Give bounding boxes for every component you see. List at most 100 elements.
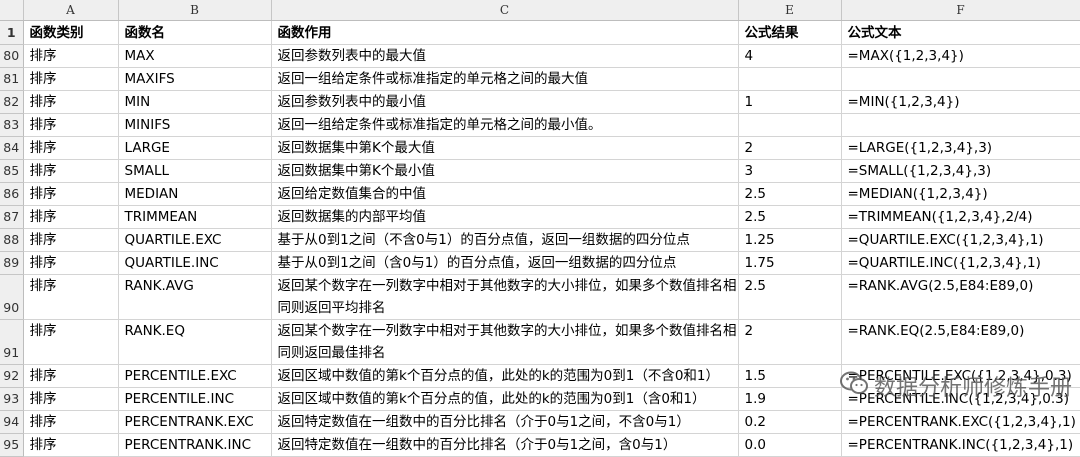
cell-function-name[interactable]: SMALL — [118, 159, 272, 183]
cell-formula[interactable]: =PERCENTILE.INC({1,2,3,4},0.3) — [841, 387, 1080, 411]
cell-category[interactable]: 排序 — [23, 433, 119, 457]
column-header-b[interactable]: B — [118, 0, 272, 21]
header-cell-formula[interactable]: 公式文本 — [841, 20, 1080, 45]
cell-result[interactable]: 1.75 — [738, 251, 842, 275]
cell-formula[interactable]: =QUARTILE.INC({1,2,3,4},1) — [841, 251, 1080, 275]
cell-result[interactable]: 3 — [738, 159, 842, 183]
header-cell-purpose[interactable]: 函数作用 — [271, 20, 739, 45]
cell-result[interactable]: 1.9 — [738, 387, 842, 411]
cell-function-name[interactable]: MEDIAN — [118, 182, 272, 206]
cell-purpose[interactable]: 基于从0到1之间（不含0与1）的百分点值，返回一组数据的四分位点 — [271, 228, 739, 252]
cell-category[interactable]: 排序 — [23, 364, 119, 388]
column-header-f[interactable]: F — [841, 0, 1080, 21]
cell-function-name[interactable]: LARGE — [118, 136, 272, 160]
cell-purpose[interactable]: 返回一组给定条件或标准指定的单元格之间的最小值。 — [271, 113, 739, 137]
cell-purpose[interactable]: 返回数据集中第K个最大值 — [271, 136, 739, 160]
cell-formula[interactable]: =MEDIAN({1,2,3,4}) — [841, 182, 1080, 206]
cell-result[interactable]: 0.0 — [738, 433, 842, 457]
cell-category[interactable]: 排序 — [23, 251, 119, 275]
header-cell-category[interactable]: 函数类别 — [23, 20, 119, 45]
cell-purpose[interactable]: 返回区域中数值的第k个百分点的值，此处的k的范围为0到1（不含0和1） — [271, 364, 739, 388]
cell-category[interactable]: 排序 — [23, 44, 119, 68]
cell-formula[interactable]: =SMALL({1,2,3,4},3) — [841, 159, 1080, 183]
cell-function-name[interactable]: TRIMMEAN — [118, 205, 272, 229]
cell-category[interactable]: 排序 — [23, 90, 119, 114]
row-header[interactable]: 91 — [0, 319, 24, 365]
cell-formula[interactable]: =RANK.AVG(2.5,E84:E89,0) — [841, 274, 1080, 320]
cell-purpose[interactable]: 基于从0到1之间（含0与1）的百分点值，返回一组数据的四分位点 — [271, 251, 739, 275]
cell-function-name[interactable]: MINIFS — [118, 113, 272, 137]
cell-category[interactable]: 排序 — [23, 67, 119, 91]
row-header[interactable]: 87 — [0, 205, 24, 229]
row-header[interactable]: 82 — [0, 90, 24, 114]
row-header[interactable]: 92 — [0, 364, 24, 388]
cell-function-name[interactable]: MIN — [118, 90, 272, 114]
cell-result[interactable]: 2.5 — [738, 205, 842, 229]
cell-purpose[interactable]: 返回区域中数值的第k个百分点的值，此处的k的范围为0到1（含0和1） — [271, 387, 739, 411]
cell-function-name[interactable]: MAX — [118, 44, 272, 68]
cell-formula[interactable]: =PERCENTRANK.INC({1,2,3,4},1) — [841, 433, 1080, 457]
cell-function-name[interactable]: PERCENTRANK.INC — [118, 433, 272, 457]
column-header-c[interactable]: C — [271, 0, 739, 21]
cell-result[interactable]: 2.5 — [738, 274, 842, 320]
cell-result[interactable]: 1 — [738, 90, 842, 114]
cell-category[interactable]: 排序 — [23, 182, 119, 206]
column-header-a[interactable]: A — [23, 0, 119, 21]
cell-formula[interactable]: =LARGE({1,2,3,4},3) — [841, 136, 1080, 160]
row-header[interactable]: 88 — [0, 228, 24, 252]
cell-function-name[interactable]: PERCENTILE.EXC — [118, 364, 272, 388]
cell-purpose[interactable]: 返回某个数字在一列数字中相对于其他数字的大小排位，如果多个数值排名相同则返回最佳… — [271, 319, 739, 365]
cell-purpose[interactable]: 返回给定数值集合的中值 — [271, 182, 739, 206]
header-cell-result[interactable]: 公式结果 — [738, 20, 842, 45]
cell-result[interactable] — [738, 113, 842, 137]
cell-category[interactable]: 排序 — [23, 136, 119, 160]
cell-category[interactable]: 排序 — [23, 387, 119, 411]
cell-result[interactable]: 1.5 — [738, 364, 842, 388]
cell-purpose[interactable]: 返回参数列表中的最大值 — [271, 44, 739, 68]
cell-function-name[interactable]: QUARTILE.EXC — [118, 228, 272, 252]
cell-function-name[interactable]: RANK.EQ — [118, 319, 272, 365]
row-header[interactable]: 84 — [0, 136, 24, 160]
row-header[interactable]: 85 — [0, 159, 24, 183]
cell-formula[interactable]: =PERCENTRANK.EXC({1,2,3,4},1) — [841, 410, 1080, 434]
cell-category[interactable]: 排序 — [23, 228, 119, 252]
header-cell-name[interactable]: 函数名 — [118, 20, 272, 45]
cell-result[interactable]: 4 — [738, 44, 842, 68]
cell-function-name[interactable]: PERCENTILE.INC — [118, 387, 272, 411]
cell-category[interactable]: 排序 — [23, 274, 119, 320]
row-header[interactable]: 86 — [0, 182, 24, 206]
cell-category[interactable]: 排序 — [23, 205, 119, 229]
cell-result[interactable]: 1.25 — [738, 228, 842, 252]
row-header[interactable]: 93 — [0, 387, 24, 411]
cell-result[interactable]: 0.2 — [738, 410, 842, 434]
cell-formula[interactable]: =QUARTILE.EXC({1,2,3,4},1) — [841, 228, 1080, 252]
cell-result[interactable]: 2.5 — [738, 182, 842, 206]
cell-purpose[interactable]: 返回数据集的内部平均值 — [271, 205, 739, 229]
cell-purpose[interactable]: 返回数据集中第K个最小值 — [271, 159, 739, 183]
cell-category[interactable]: 排序 — [23, 410, 119, 434]
cell-category[interactable]: 排序 — [23, 159, 119, 183]
cell-formula[interactable]: =MIN({1,2,3,4}) — [841, 90, 1080, 114]
select-all-corner[interactable] — [0, 0, 24, 21]
cell-formula[interactable]: =PERCENTILE.EXC({1,2,3,4},0.3) — [841, 364, 1080, 388]
cell-result[interactable]: 2 — [738, 319, 842, 365]
cell-formula[interactable]: =RANK.EQ(2.5,E84:E89,0) — [841, 319, 1080, 365]
cell-purpose[interactable]: 返回某个数字在一列数字中相对于其他数字的大小排位，如果多个数值排名相同则返回平均… — [271, 274, 739, 320]
cell-formula[interactable]: =MAX({1,2,3,4}) — [841, 44, 1080, 68]
row-header[interactable]: 1 — [0, 20, 24, 45]
row-header[interactable]: 94 — [0, 410, 24, 434]
cell-formula[interactable]: =TRIMMEAN({1,2,3,4},2/4) — [841, 205, 1080, 229]
cell-purpose[interactable]: 返回特定数值在一组数中的百分比排名（介于0与1之间，含0与1） — [271, 433, 739, 457]
cell-purpose[interactable]: 返回一组给定条件或标准指定的单元格之间的最大值 — [271, 67, 739, 91]
cell-purpose[interactable]: 返回参数列表中的最小值 — [271, 90, 739, 114]
row-header[interactable]: 83 — [0, 113, 24, 137]
cell-formula[interactable] — [841, 113, 1080, 137]
cell-result[interactable]: 2 — [738, 136, 842, 160]
row-header[interactable]: 90 — [0, 274, 24, 320]
row-header[interactable]: 95 — [0, 433, 24, 457]
row-header[interactable]: 89 — [0, 251, 24, 275]
cell-function-name[interactable]: RANK.AVG — [118, 274, 272, 320]
cell-purpose[interactable]: 返回特定数值在一组数中的百分比排名（介于0与1之间，不含0与1） — [271, 410, 739, 434]
row-header[interactable]: 81 — [0, 67, 24, 91]
cell-function-name[interactable]: QUARTILE.INC — [118, 251, 272, 275]
